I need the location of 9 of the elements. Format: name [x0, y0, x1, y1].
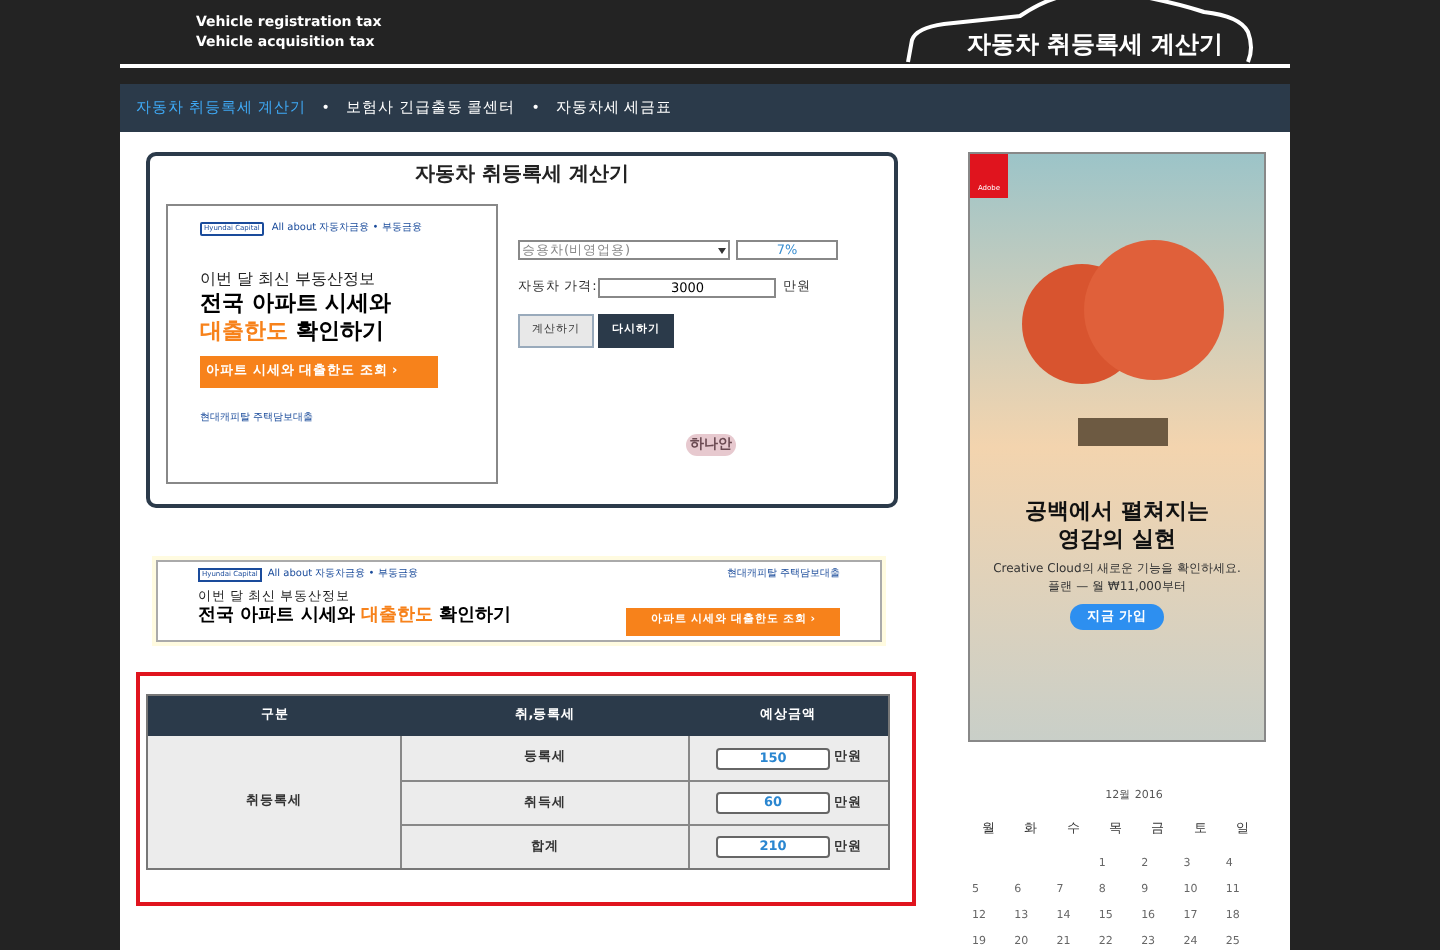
- ad-headline: 대출한도 확인하기: [200, 317, 386, 345]
- calculator-title: 자동차 취등록세 계산기: [415, 162, 629, 190]
- dropdown-caret-icon: [718, 247, 726, 253]
- ad-headline: 전국 아파트 시세와: [200, 289, 394, 317]
- ad-headline: 공백에서 펼쳐지는: [1025, 498, 1209, 526]
- ad-text: 이번 달 최신 부동산정보: [200, 269, 378, 289]
- site-title: 자동차 취등록세 계산기: [966, 30, 1224, 62]
- ad-headline: 전국 아파트 시세와 대출한도 확인하기: [198, 603, 512, 627]
- ad-headline: 영감의 실현: [1058, 526, 1176, 554]
